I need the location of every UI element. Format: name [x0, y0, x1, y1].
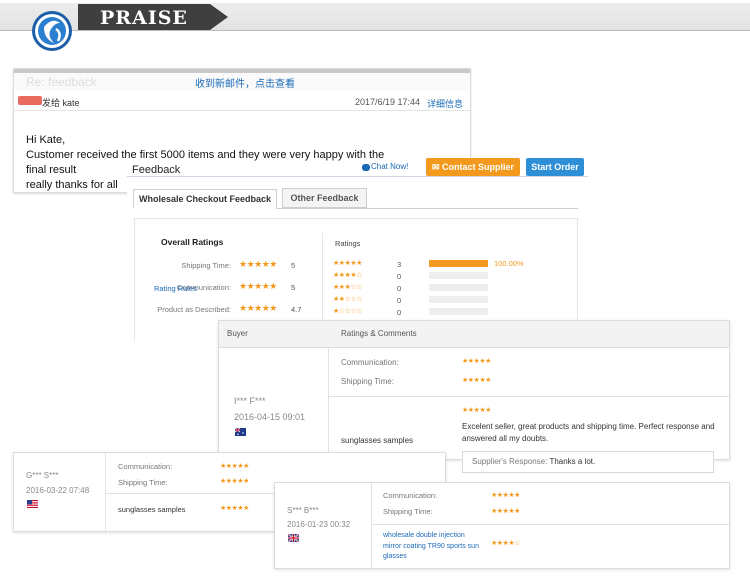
distribution-bar-4 [429, 272, 488, 279]
email-body-line: Customer received the first 5000 items a… [26, 149, 385, 161]
chat-icon[interactable] [362, 164, 370, 171]
header-divider [0, 30, 750, 31]
communication-stars: ★★★★★ [462, 358, 491, 365]
tab-wholesale-checkout-feedback[interactable]: Wholesale Checkout Feedback [133, 189, 277, 209]
row-divider [328, 396, 729, 397]
buyer-name: S*** B*** [287, 506, 319, 515]
review-table-header [219, 321, 729, 348]
distribution-bar-2 [429, 296, 488, 303]
distribution-count-5: 3 [397, 260, 402, 269]
shipping-time-stars: ★★★★★ [462, 377, 491, 384]
chat-now-link[interactable]: Chat Now! [371, 162, 408, 171]
supplier-response: Supplier's Response: Thanks a lot. [462, 451, 714, 473]
ratings-divider [322, 233, 323, 323]
shipping-time-score: 5 [291, 261, 296, 270]
product-described-score: 4.7 [291, 305, 302, 314]
email-recipient: 发给 kate [42, 98, 80, 108]
product-stars: ★★★★★ [220, 505, 249, 512]
email-body-line: Hi Kate, [26, 134, 66, 146]
feedback-title: Feedback [132, 164, 185, 176]
new-mail-notice[interactable]: 收到新邮件，点击查看 [195, 75, 295, 90]
product-name: sunglasses samples [118, 505, 186, 514]
distribution-stars-1: ★☆☆☆☆ [333, 308, 362, 315]
supplier-response-label: Supplier's Response: [472, 457, 548, 466]
communication-label: Communication: [118, 462, 173, 471]
shipping-time-label: Shipping Time: [181, 261, 231, 270]
product-link[interactable]: wholesale double injection mirror coatin… [383, 531, 483, 563]
supplier-response-text: Thanks a lot. [549, 457, 596, 466]
usa-flag-icon [27, 500, 38, 508]
buyer-name: I*** F*** [234, 396, 266, 406]
column-divider [371, 483, 372, 570]
distribution-bar-5 [429, 260, 488, 267]
communication-score: 5 [291, 283, 296, 292]
distribution-bar-3 [429, 284, 488, 291]
buyer-name: G*** S*** [26, 471, 59, 480]
email-screenshot: Re: feedback 收到新邮件，点击查看 发给 kate 2017/6/1… [13, 68, 471, 193]
distribution-percent-5: 100.00% [494, 259, 524, 268]
distribution-count-4: 0 [397, 272, 402, 281]
review-card: Buyer Ratings & Comments I*** F*** 2016-… [218, 320, 730, 473]
communication-stars: ★★★★★ [491, 492, 520, 499]
distribution-bar-fill [429, 260, 488, 267]
communication-stars: ★★★★★ [220, 463, 249, 470]
shipping-time-stars: ★★★★★ [220, 478, 249, 485]
review-date: 2016-04-15 09:01 [234, 412, 306, 422]
product-described-label: Product as Described: [157, 305, 231, 314]
distribution-count-1: 0 [397, 308, 402, 317]
ratings-title: Ratings [335, 239, 361, 248]
uk-flag-icon [288, 534, 299, 542]
shipping-time-label: Shipping Time: [118, 478, 168, 487]
email-subject: Re: feedback [26, 75, 97, 89]
review-date: 2016-01-23 00:32 [287, 520, 351, 529]
contact-supplier-button[interactable]: ✉ Contact Supplier [426, 158, 520, 176]
product-stars: ★★★★★ [462, 407, 491, 414]
distribution-count-3: 0 [397, 284, 402, 293]
distribution-stars-3: ★★★☆☆ [333, 284, 362, 291]
australia-flag-icon [235, 428, 246, 436]
product-stars: ★★★★☆ [491, 540, 520, 547]
communication-label: Communication: [341, 358, 399, 367]
start-order-button[interactable]: Start Order [526, 158, 584, 176]
review-comment: Excelent seller, great products and ship… [462, 422, 715, 443]
product-name: sunglasses samples [341, 436, 414, 445]
email-date: 2017/6/19 17:44 [355, 97, 421, 107]
shipping-time-stars: ★★★★★ [491, 508, 520, 515]
email-details-link[interactable]: 详细信息 [427, 97, 463, 110]
review-card: S*** B*** 2016-01-23 00:32 Communication… [274, 482, 730, 570]
row-divider [371, 524, 729, 525]
review-date: 2016-03-22 07:48 [26, 486, 90, 495]
ratings-comments-column-header: Ratings & Comments [341, 329, 417, 338]
shipping-time-label: Shipping Time: [341, 377, 394, 386]
overall-ratings-title: Overall Ratings [161, 237, 224, 247]
distribution-stars-5: ★★★★★ [333, 260, 362, 267]
column-divider [328, 348, 329, 461]
distribution-stars-2: ★★☆☆☆ [333, 296, 362, 303]
product-described-stars: ★★★★★ [239, 303, 277, 313]
shipping-time-label: Shipping Time: [383, 507, 433, 516]
buyer-column-header: Buyer [227, 329, 248, 338]
communication-stars: ★★★★★ [239, 281, 277, 291]
feedback-panel: Feedback Chat Now! ✉ Contact Supplier St… [127, 158, 588, 341]
logo-icon [32, 11, 72, 51]
distribution-bar-1 [429, 308, 488, 315]
distribution-count-2: 0 [397, 296, 402, 305]
tab-other-feedback[interactable]: Other Feedback [282, 188, 367, 208]
page-title: PRAISE [100, 7, 188, 29]
shipping-time-stars: ★★★★★ [239, 259, 277, 269]
email-divider [14, 110, 470, 111]
contact-supplier-label: Contact Supplier [442, 162, 515, 172]
distribution-stars-4: ★★★★☆ [333, 272, 362, 279]
rating-rules-link[interactable]: Rating Rules [154, 284, 197, 293]
redacted-sender [18, 96, 42, 105]
communication-label: Communication: [383, 491, 438, 500]
